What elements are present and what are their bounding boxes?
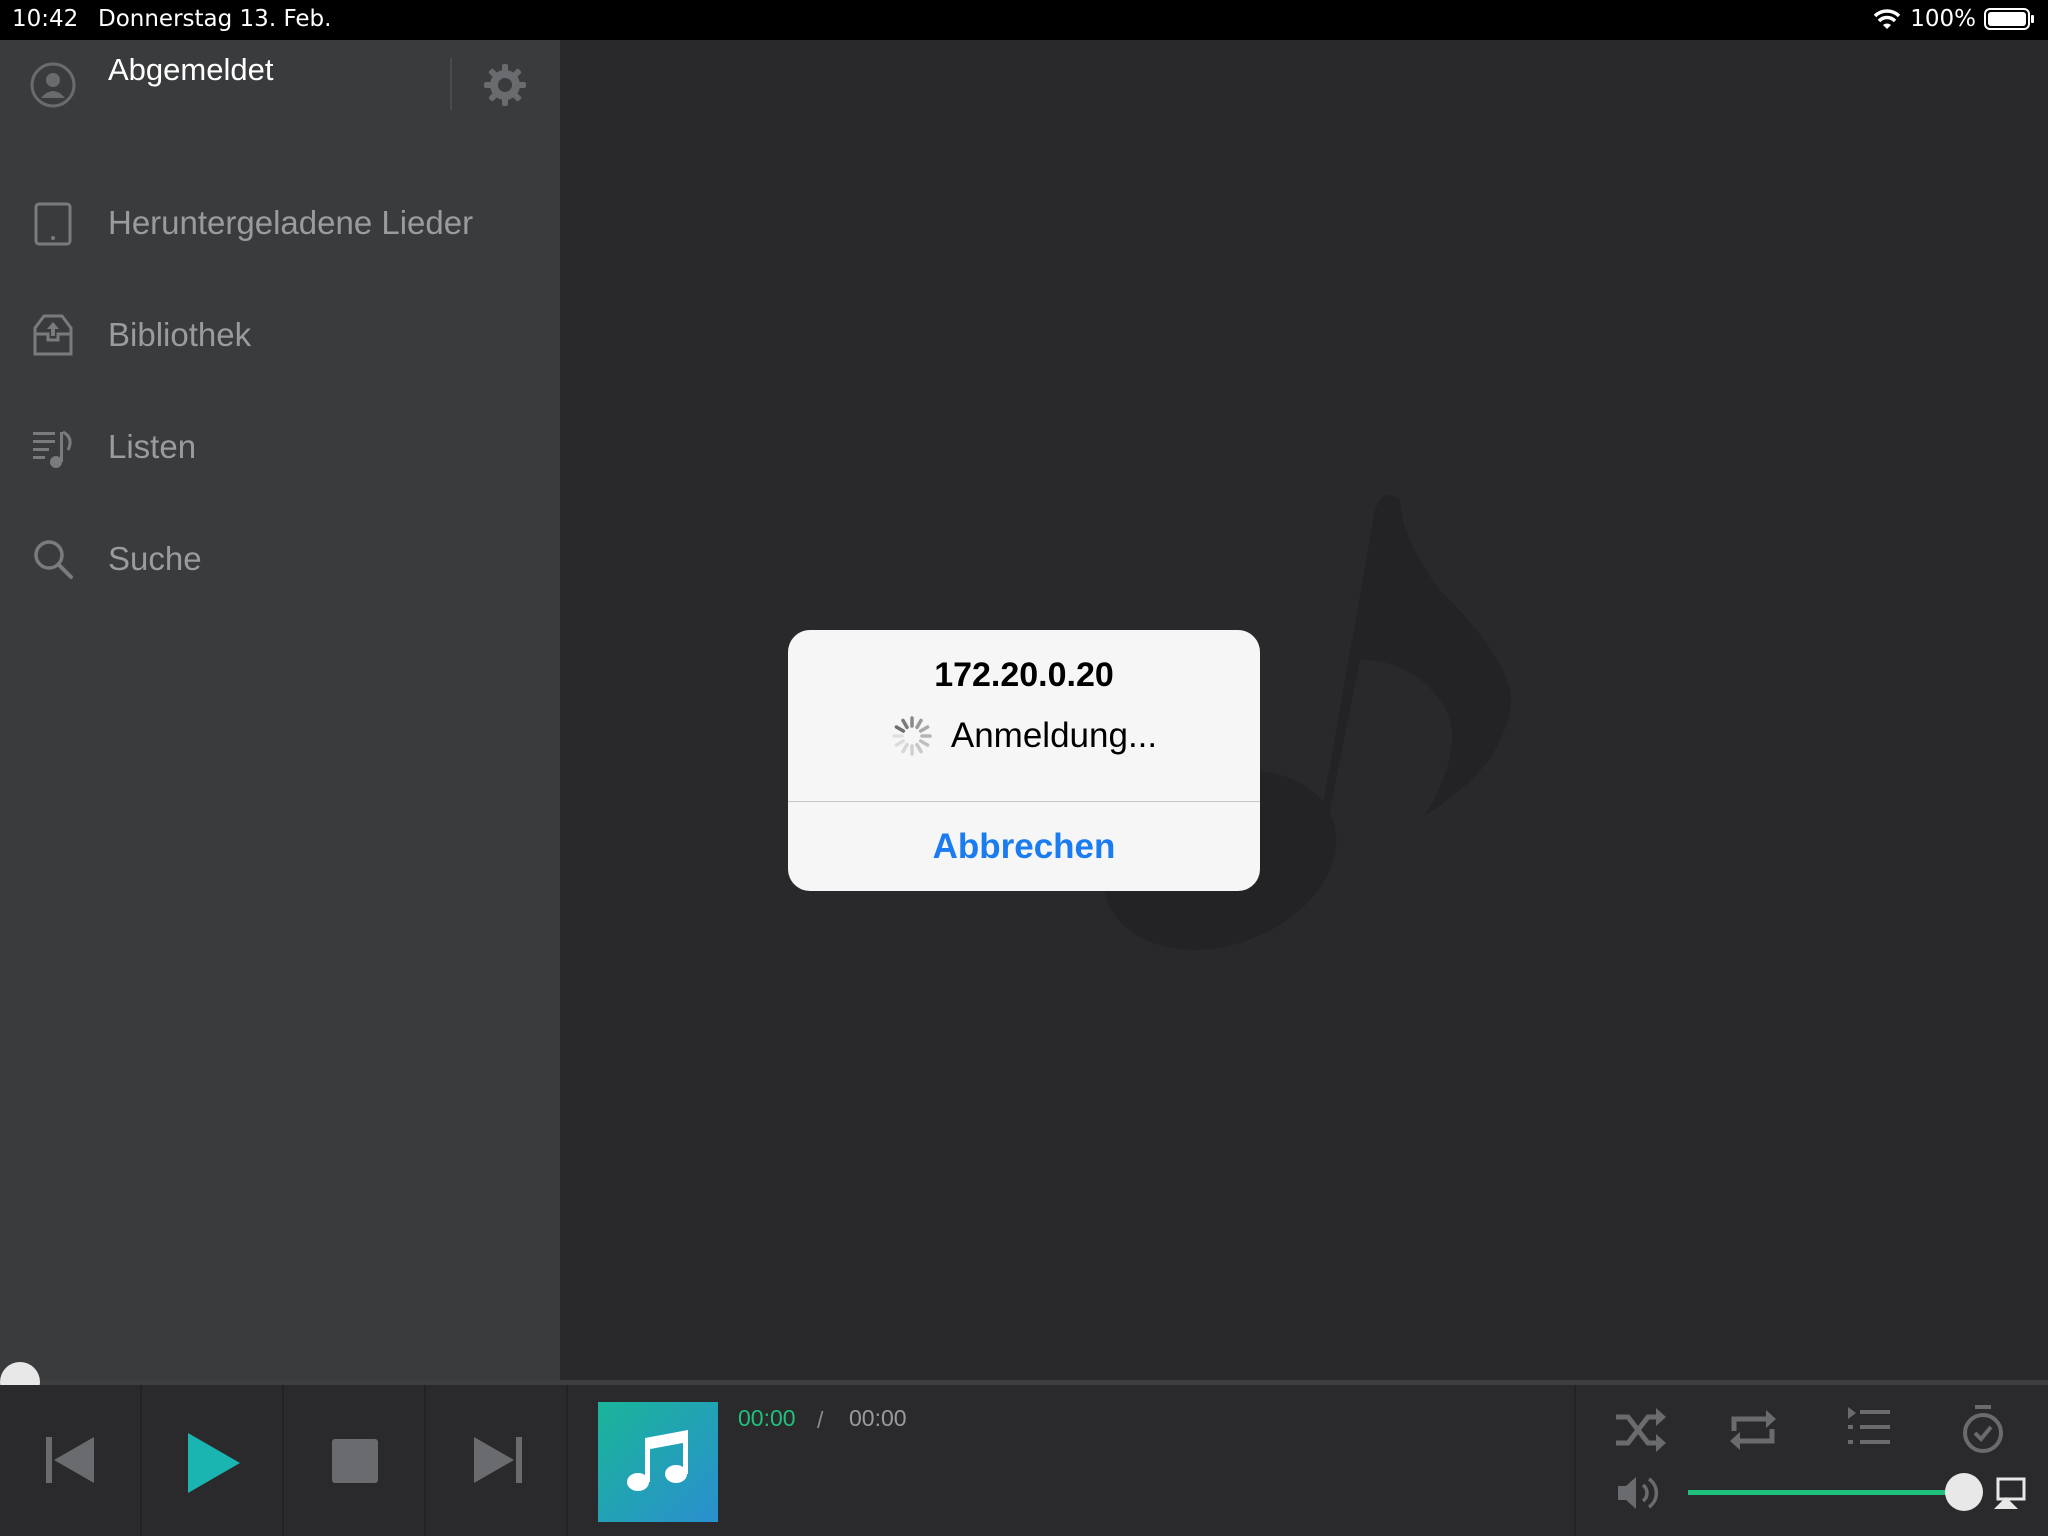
cancel-button[interactable]: Abbrechen (788, 802, 1260, 891)
shuffle-icon[interactable] (1614, 1405, 1668, 1455)
sidebar-item-search[interactable]: Suche (0, 514, 560, 604)
spinner-icon (892, 716, 932, 756)
time-separator: / (817, 1407, 824, 1433)
library-icon (33, 314, 73, 356)
dialog-title: 172.20.0.20 (934, 656, 1114, 694)
sidebar-item-label: Heruntergeladene Lieder (108, 204, 474, 241)
status-right: 100% (1872, 6, 2036, 32)
dialog-message-row: Anmeldung... (788, 715, 1260, 757)
player-bar: 00:00 / 00:00 (0, 1385, 2048, 1536)
total-time: 00:00 (849, 1405, 907, 1431)
queue-list-icon[interactable] (1846, 1405, 1892, 1451)
account-status: Abgemeldet (108, 52, 274, 87)
volume-slider-knob[interactable] (1944, 1473, 1983, 1511)
sidebar-item-label: Suche (108, 540, 202, 577)
account-row[interactable]: Abgemeldet (0, 40, 560, 130)
status-bar: 10:42 Donnerstag 13. Feb. 100% (0, 0, 2048, 40)
sidebar: Abgemeldet Heruntergeladene Lieder Bibli… (0, 40, 560, 1381)
volume-icon[interactable] (1616, 1473, 1664, 1513)
battery-percent: 100% (1910, 6, 1976, 32)
controls-divider (1574, 1385, 1576, 1536)
repeat-icon[interactable] (1728, 1405, 1778, 1455)
sidebar-item-label: Listen (108, 428, 197, 465)
volume-slider-track[interactable] (1688, 1490, 1978, 1495)
sidebar-item-library[interactable]: Bibliothek (0, 290, 560, 380)
playlist-icon (33, 430, 72, 468)
sidebar-item-label: Bibliothek (108, 316, 252, 353)
sidebar-item-lists[interactable]: Listen (0, 402, 560, 492)
next-button[interactable] (426, 1385, 568, 1536)
music-note-icon (627, 1430, 688, 1491)
skip-previous-icon (46, 1437, 94, 1483)
sleep-timer-icon[interactable] (1960, 1405, 2006, 1455)
wifi-icon (1874, 9, 1901, 29)
album-art[interactable] (598, 1402, 718, 1522)
airplay-icon[interactable] (1992, 1477, 2026, 1511)
play-icon (188, 1433, 240, 1493)
current-time: 00:00 (738, 1405, 796, 1431)
account-divider (450, 58, 452, 110)
stop-button[interactable] (284, 1385, 426, 1536)
battery-icon (1984, 8, 2034, 30)
gear-icon[interactable] (482, 62, 528, 108)
status-date: Donnerstag 13. Feb. (98, 6, 332, 32)
avatar-icon (30, 62, 76, 108)
play-button[interactable] (142, 1385, 284, 1536)
status-time: 10:42 (12, 6, 79, 32)
sidebar-item-downloads[interactable]: Heruntergeladene Lieder (0, 178, 560, 268)
login-dialog: 172.20.0.20 Anmeldung... Abbrechen (788, 630, 1260, 891)
dialog-message: Anmeldung... (950, 716, 1158, 755)
tablet-icon (34, 202, 72, 246)
search-icon (34, 540, 73, 579)
previous-button[interactable] (0, 1385, 142, 1536)
stop-icon (332, 1439, 378, 1483)
skip-next-icon (474, 1437, 522, 1483)
